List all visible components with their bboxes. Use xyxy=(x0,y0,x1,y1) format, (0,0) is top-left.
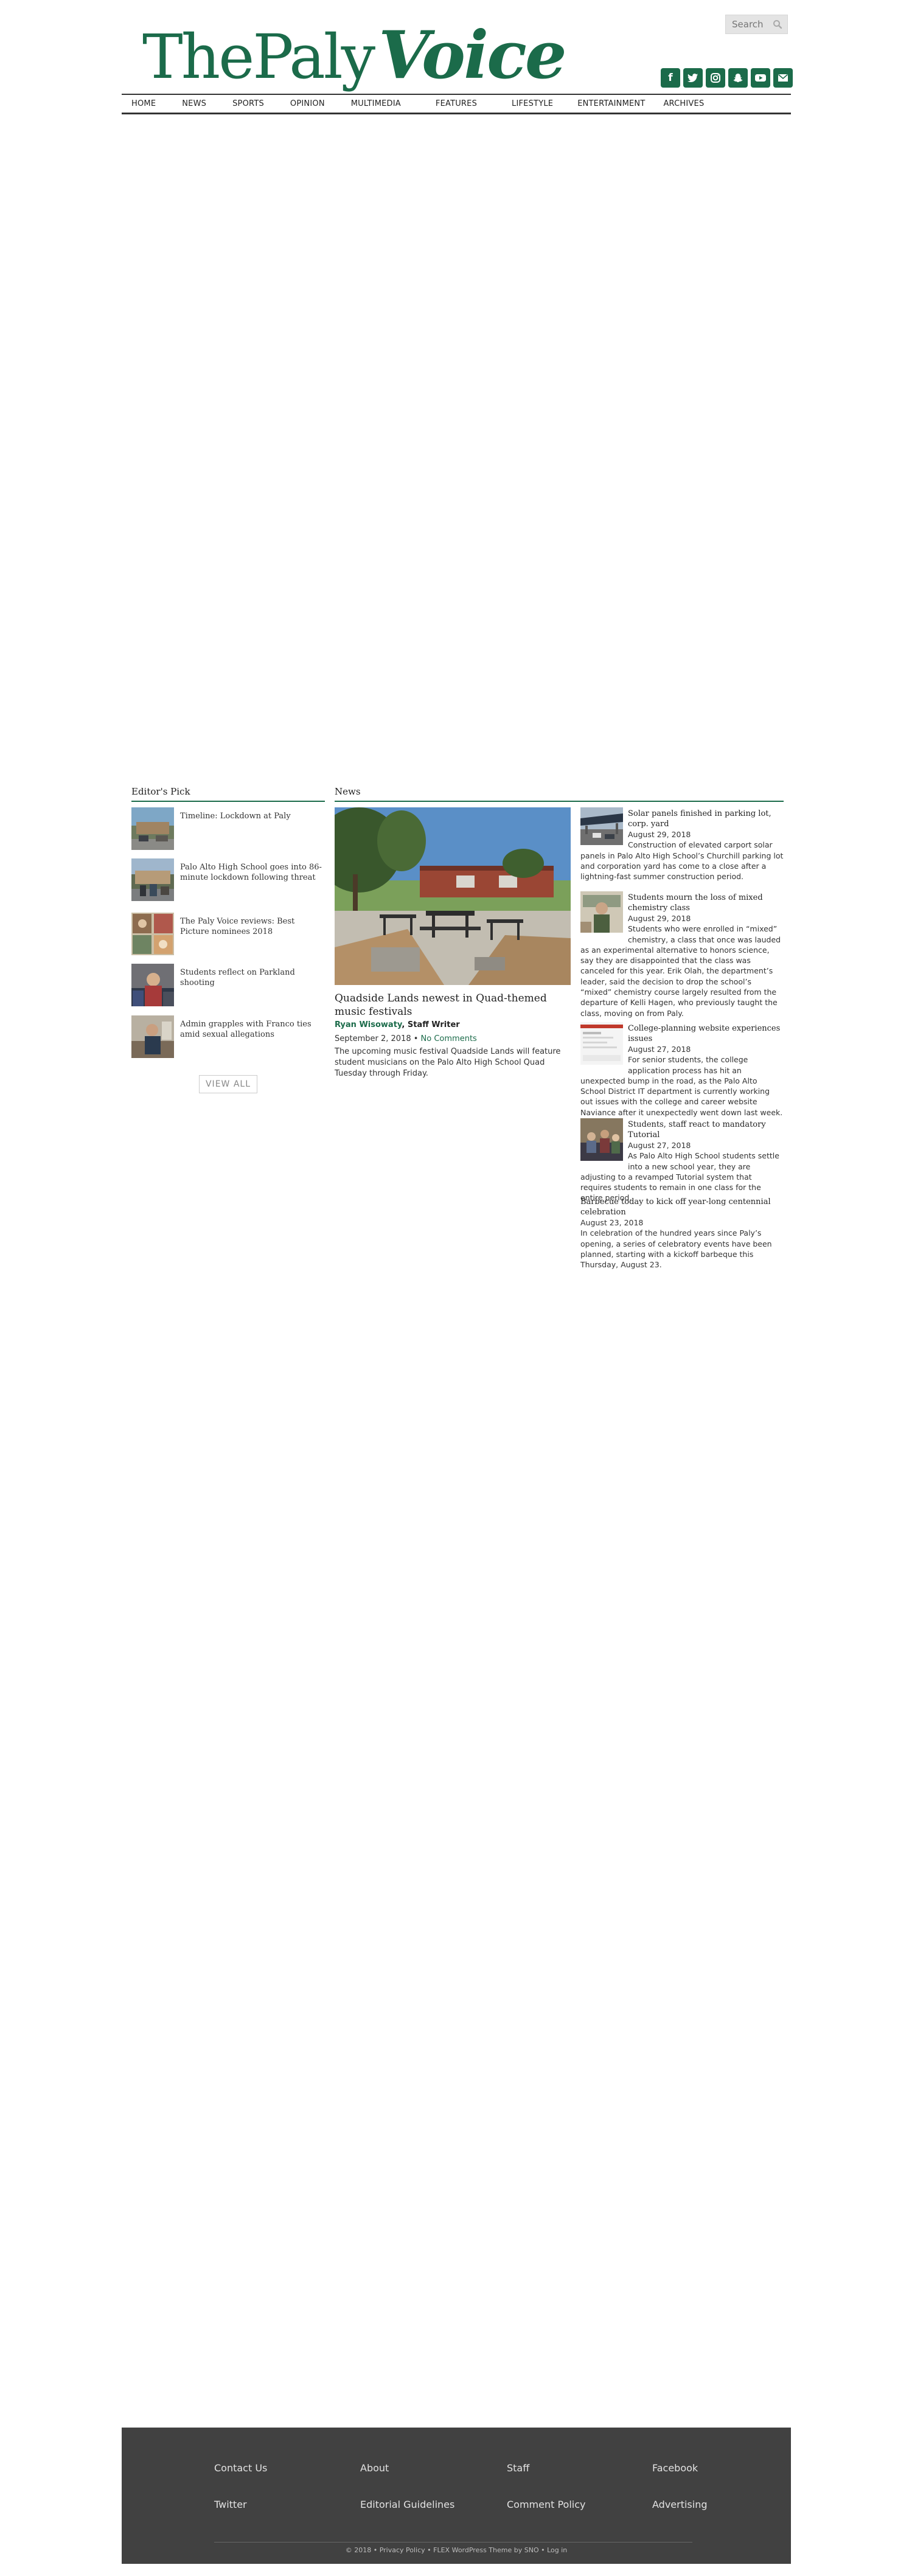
main-navigation: HOME NEWS SPORTS OPINION MULTIMEDIA FEAT… xyxy=(122,94,791,114)
search-icon[interactable] xyxy=(770,15,785,33)
footer-link-about[interactable]: About xyxy=(360,2462,389,2474)
editors-pick-title[interactable]: The Paly Voice reviews: Best Picture nom… xyxy=(180,916,323,937)
social-links: f xyxy=(661,68,793,88)
nav-item-features[interactable]: FEATURES xyxy=(436,99,477,108)
editors-pick-thumbnail[interactable] xyxy=(131,858,174,901)
editors-pick-title[interactable]: Students reflect on Parkland shooting xyxy=(180,967,323,988)
nav-item-home[interactable]: HOME xyxy=(131,99,156,108)
comments-link[interactable]: No Comments xyxy=(421,1034,477,1043)
news-list-item: Students, staff react to mandatory Tutor… xyxy=(580,1118,784,1203)
featured-story-date: September 2, 2018 xyxy=(335,1034,411,1043)
editors-pick-item[interactable]: Palo Alto High School goes into 86-minut… xyxy=(131,858,325,901)
featured-story-meta: September 2, 2018 • No Comments xyxy=(335,1034,477,1043)
footer-link-contact-us[interactable]: Contact Us xyxy=(214,2462,267,2474)
editors-pick-divider xyxy=(131,801,325,802)
site-footer: Contact Us About Staff Facebook Twitter … xyxy=(122,2428,791,2564)
editors-pick-title[interactable]: Palo Alto High School goes into 86-minut… xyxy=(180,862,323,883)
footer-link-editorial-guidelines[interactable]: Editorial Guidelines xyxy=(360,2499,454,2510)
news-list-item: Barbecue today to kick off year-long cen… xyxy=(580,1196,784,1270)
nav-item-opinion[interactable]: OPINION xyxy=(290,99,325,108)
news-thumbnail[interactable] xyxy=(580,891,623,935)
author-role: , Staff Writer xyxy=(402,1020,460,1029)
search-input[interactable] xyxy=(726,15,770,33)
footer-copyright: © 2018 • Privacy Policy • FLEX WordPress… xyxy=(345,2546,568,2554)
featured-story-photo[interactable] xyxy=(335,807,571,985)
email-icon[interactable] xyxy=(773,68,793,88)
footer-divider xyxy=(214,2542,692,2543)
news-thumbnail[interactable] xyxy=(580,1022,623,1067)
youtube-icon[interactable] xyxy=(751,68,770,88)
footer-link-advertising[interactable]: Advertising xyxy=(652,2499,708,2510)
logo-text-paly: ThePaly xyxy=(142,21,375,92)
editors-pick-thumbnail[interactable] xyxy=(131,913,174,955)
footer-link-facebook[interactable]: Facebook xyxy=(652,2462,698,2474)
featured-story-byline: Ryan Wisowaty, Staff Writer xyxy=(335,1020,460,1029)
footer-link-staff[interactable]: Staff xyxy=(507,2462,529,2474)
snapchat-icon[interactable] xyxy=(728,68,748,88)
featured-story-title[interactable]: Quadside Lands newest in Quad-themed mus… xyxy=(335,992,571,1018)
author-link[interactable]: Ryan Wisowaty xyxy=(335,1020,402,1029)
news-list-item: College-planning website experiences iss… xyxy=(580,1022,784,1118)
search-box xyxy=(725,15,788,34)
editors-pick-title[interactable]: Admin grapples with Franco ties amid sex… xyxy=(180,1019,323,1040)
nav-item-news[interactable]: NEWS xyxy=(182,99,206,108)
nav-item-sports[interactable]: SPORTS xyxy=(232,99,264,108)
editors-pick-item[interactable]: Timeline: Lockdown at Paly xyxy=(131,807,325,850)
news-list-item: Students mourn the loss of mixed chemist… xyxy=(580,891,784,1018)
editors-pick-item[interactable]: Admin grapples with Franco ties amid sex… xyxy=(131,1015,325,1058)
twitter-icon[interactable] xyxy=(683,68,703,88)
news-thumbnail[interactable] xyxy=(580,1118,623,1163)
nav-item-lifestyle[interactable]: LIFESTYLE xyxy=(512,99,553,108)
nav-item-entertainment[interactable]: ENTERTAINMENT xyxy=(577,99,645,108)
editors-pick-title[interactable]: Timeline: Lockdown at Paly xyxy=(180,811,323,821)
meta-separator: • xyxy=(411,1034,421,1043)
footer-link-twitter[interactable]: Twitter xyxy=(214,2499,247,2510)
editors-pick-thumbnail[interactable] xyxy=(131,1015,174,1058)
editors-pick-thumbnail[interactable] xyxy=(131,807,174,850)
editors-pick-item[interactable]: Students reflect on Parkland shooting xyxy=(131,964,325,1006)
news-item-description: In celebration of the hundred years sinc… xyxy=(580,1228,772,1270)
instagram-icon[interactable] xyxy=(706,68,725,88)
news-item-description: Students who were enrolled in “mixed” ch… xyxy=(580,924,781,1018)
news-item-title[interactable]: Barbecue today to kick off year-long cen… xyxy=(580,1197,784,1217)
site-logo[interactable]: ThePaly Voice xyxy=(142,17,567,94)
editors-pick-item[interactable]: The Paly Voice reviews: Best Picture nom… xyxy=(131,913,325,955)
footer-link-comment-policy[interactable]: Comment Policy xyxy=(507,2499,586,2510)
news-list-item: Solar panels finished in parking lot, co… xyxy=(580,807,784,882)
view-all-button[interactable]: VIEW ALL xyxy=(199,1075,257,1093)
nav-item-archives[interactable]: ARCHIVES xyxy=(663,99,704,108)
nav-item-multimedia[interactable]: MULTIMEDIA xyxy=(351,99,401,108)
page-container: ThePaly Voice f HOME NEWS SPORTS OPINION… xyxy=(122,0,793,2576)
editors-pick-heading: Editor's Pick xyxy=(131,786,190,797)
editors-pick-thumbnail[interactable] xyxy=(131,964,174,1006)
featured-story-description: The upcoming music festival Quadside Lan… xyxy=(335,1047,561,1078)
news-thumbnail[interactable] xyxy=(580,807,623,848)
news-item-date: August 23, 2018 xyxy=(580,1218,644,1227)
news-heading: News xyxy=(335,786,361,797)
facebook-icon[interactable]: f xyxy=(661,68,680,88)
logo-text-voice: Voice xyxy=(378,17,566,94)
news-divider xyxy=(335,801,784,802)
